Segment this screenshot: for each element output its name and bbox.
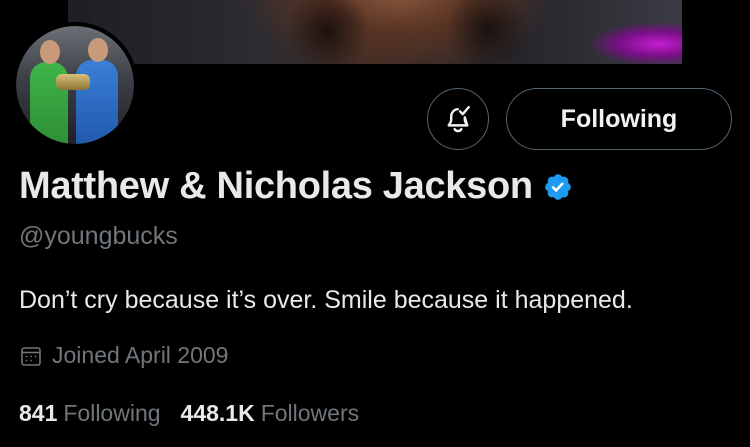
joined-date: Joined April 2009 (52, 342, 229, 368)
avatar-figure-right (76, 60, 118, 144)
followers-count: 448.1K (180, 400, 255, 426)
profile-name-row: Matthew & Nicholas Jackson (19, 165, 573, 208)
banner-photo (268, 0, 548, 64)
display-name: Matthew & Nicholas Jackson (19, 165, 533, 207)
following-count: 841 (19, 400, 58, 426)
following-label: Following (63, 400, 161, 426)
followers-label: Followers (260, 400, 360, 426)
verified-badge-icon[interactable] (543, 172, 573, 202)
follow-stats: 841 Following 448.1K Followers (19, 400, 359, 427)
profile-bio: Don’t cry because it’s over. Smile becau… (19, 286, 633, 314)
following-stat-link[interactable]: 841 Following (19, 400, 161, 427)
joined-date-row: Joined April 2009 (19, 342, 228, 369)
avatar[interactable] (12, 22, 138, 148)
following-button[interactable]: Following (506, 88, 732, 150)
avatar-photo (16, 26, 134, 144)
avatar-championship-belt (56, 74, 90, 90)
profile-banner[interactable] (68, 0, 682, 64)
notifications-button[interactable] (427, 88, 489, 150)
profile-handle: @youngbucks (19, 222, 178, 250)
followers-stat-link[interactable]: 448.1K Followers (181, 400, 360, 427)
avatar-head-right (88, 38, 108, 62)
calendar-icon (21, 346, 41, 366)
bell-check-icon (447, 105, 470, 133)
avatar-head-left (40, 40, 60, 64)
